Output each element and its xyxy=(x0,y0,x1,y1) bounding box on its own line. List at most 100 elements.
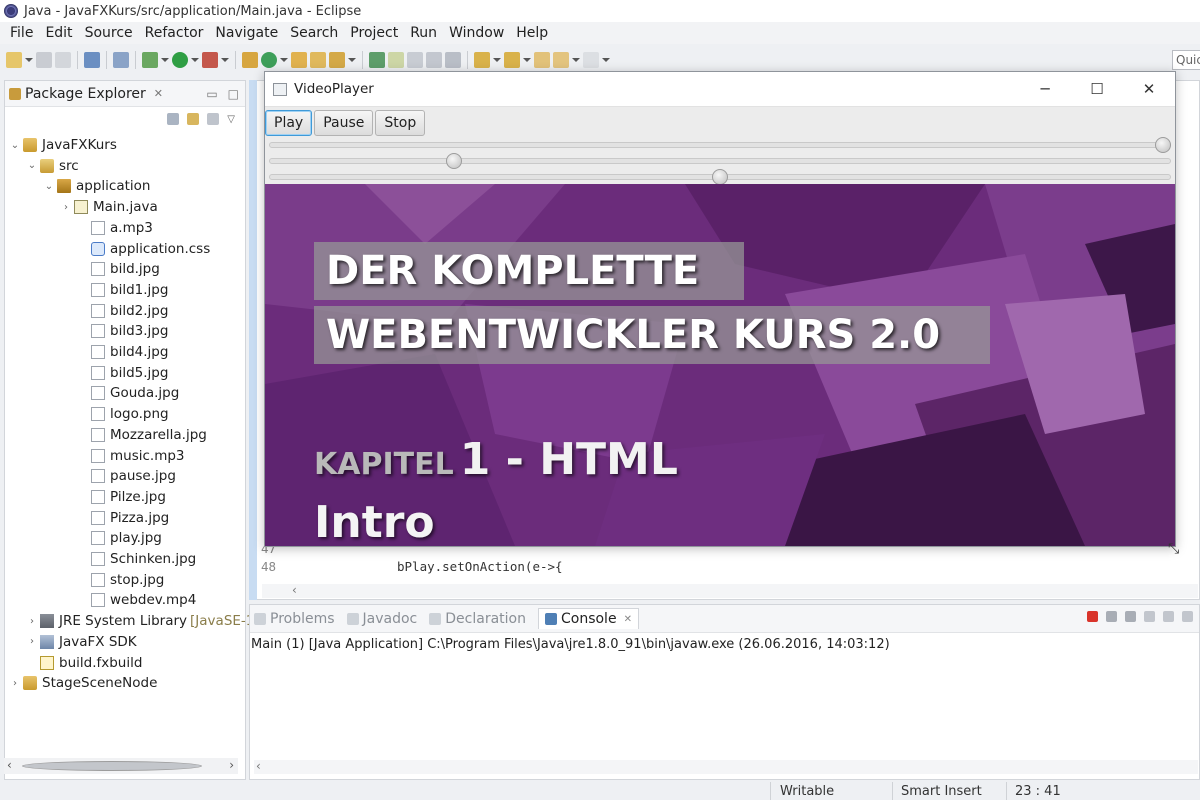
forward-dropdown-icon[interactable] xyxy=(602,52,610,68)
video-frame[interactable]: DER KOMPLETTE WEBENTWICKLER KURS 2.0 KAP… xyxy=(265,184,1175,546)
tree-item[interactable]: Schinken.jpg xyxy=(77,549,196,569)
chevron-down-icon[interactable]: ⌄ xyxy=(9,140,21,151)
open-resource-icon[interactable] xyxy=(310,52,326,68)
back-icon[interactable] xyxy=(553,52,569,68)
next-annotation-dropdown-icon[interactable] xyxy=(493,52,501,68)
block-selection-icon[interactable] xyxy=(407,52,423,68)
menu-help[interactable]: Help xyxy=(510,25,554,41)
menu-project[interactable]: Project xyxy=(344,25,404,41)
previous-annotation-icon[interactable] xyxy=(504,52,520,68)
volume-slider-thumb[interactable] xyxy=(446,153,463,169)
tree-item[interactable]: Pilze.jpg xyxy=(77,487,166,507)
new-dropdown-icon[interactable] xyxy=(25,52,33,68)
progress-slider-track[interactable] xyxy=(269,142,1171,148)
save-icon[interactable] xyxy=(36,52,52,68)
scroll-left-icon[interactable]: ‹ xyxy=(7,758,12,772)
tree-item[interactable]: bild1.jpg xyxy=(77,280,168,300)
tree-item[interactable]: stop.jpg xyxy=(77,570,164,590)
tree-item[interactable]: Mozzarella.jpg xyxy=(77,425,207,445)
scroll-lock-icon[interactable] xyxy=(1163,611,1174,622)
console-hscrollbar[interactable]: ‹ xyxy=(254,759,1198,774)
minimize-icon[interactable]: ▭ xyxy=(206,87,217,101)
scroll-right-icon[interactable]: › xyxy=(229,758,234,772)
search-icon[interactable] xyxy=(329,52,345,68)
tree-item[interactable]: Pizza.jpg xyxy=(77,508,169,528)
menu-navigate[interactable]: Navigate xyxy=(209,25,284,41)
tree-item[interactable]: application.css xyxy=(77,239,210,259)
tree-item[interactable]: › StageSceneNode xyxy=(9,673,157,693)
tab-console[interactable]: Console ✕ xyxy=(537,608,639,629)
terminal-icon[interactable] xyxy=(84,52,100,68)
link-with-editor-icon[interactable] xyxy=(187,113,200,125)
show-whitespace-icon[interactable] xyxy=(426,52,442,68)
menu-window[interactable]: Window xyxy=(443,25,510,41)
minimize-icon[interactable]: ─ xyxy=(1019,80,1071,98)
clear-console-icon[interactable] xyxy=(1144,611,1155,622)
tree-item[interactable]: ⌄ application xyxy=(43,176,151,196)
menu-search[interactable]: Search xyxy=(284,25,344,41)
menu-source[interactable]: Source xyxy=(79,25,139,41)
external-tools-icon[interactable] xyxy=(202,52,218,68)
scroll-thumb[interactable] xyxy=(22,761,202,771)
maximize-icon[interactable]: □ xyxy=(228,87,239,101)
menu-run[interactable]: Run xyxy=(404,25,443,41)
maximize-icon[interactable]: ☐ xyxy=(1071,80,1123,98)
terminate-icon[interactable] xyxy=(1087,611,1098,622)
resize-grip-icon[interactable]: ⤡ xyxy=(1168,541,1186,559)
menu-edit[interactable]: Edit xyxy=(39,25,78,41)
editor-hscrollbar[interactable]: ‹ xyxy=(262,583,1198,598)
run-icon[interactable] xyxy=(172,52,188,68)
tree-item[interactable]: Gouda.jpg xyxy=(77,383,179,403)
toggle-mark-occurrences-icon[interactable] xyxy=(369,52,385,68)
pause-button[interactable]: Pause xyxy=(314,109,374,136)
volume-slider-track[interactable] xyxy=(269,158,1171,164)
debug-icon[interactable] xyxy=(142,52,158,68)
tree-item[interactable]: › Main.java xyxy=(60,197,158,217)
paragraph-icon[interactable] xyxy=(445,52,461,68)
tree-item[interactable]: bild2.jpg xyxy=(77,301,168,321)
remove-launch-icon[interactable] xyxy=(1106,611,1117,622)
new-class-icon[interactable] xyxy=(261,52,277,68)
toggle-highlight-icon[interactable] xyxy=(388,52,404,68)
tab-javadoc[interactable]: Javadoc xyxy=(346,611,417,627)
close-icon[interactable]: ✕ xyxy=(624,614,632,625)
forward-icon[interactable] xyxy=(583,52,599,68)
skip-breakpoints-icon[interactable] xyxy=(113,52,129,68)
next-annotation-icon[interactable] xyxy=(474,52,490,68)
run-dropdown-icon[interactable] xyxy=(191,52,199,68)
tree-item[interactable]: ⌄ src xyxy=(26,156,79,176)
scroll-left-icon[interactable]: ‹ xyxy=(256,759,261,773)
tree-item[interactable]: bild5.jpg xyxy=(77,363,168,383)
tree-item[interactable]: › JRE System Library [JavaSE-1.8 xyxy=(26,611,267,631)
last-edit-icon[interactable] xyxy=(534,52,550,68)
close-icon[interactable]: ✕ xyxy=(1123,80,1175,98)
progress-slider-thumb[interactable] xyxy=(1155,137,1171,153)
new-icon[interactable] xyxy=(6,52,22,68)
pin-console-icon[interactable] xyxy=(1182,611,1193,622)
new-java-project-icon[interactable] xyxy=(242,52,258,68)
open-type-icon[interactable] xyxy=(291,52,307,68)
close-icon[interactable]: ✕ xyxy=(154,87,163,100)
code-line[interactable]: bPlay.setOnAction(e->{ xyxy=(397,559,563,574)
menu-refactor[interactable]: Refactor xyxy=(139,25,210,41)
tree-item[interactable]: build.fxbuild xyxy=(26,653,142,673)
tree-item[interactable]: pause.jpg xyxy=(77,466,176,486)
tab-problems[interactable]: Problems xyxy=(254,611,335,627)
focus-icon[interactable] xyxy=(207,113,220,125)
search-dropdown-icon[interactable] xyxy=(348,52,356,68)
remove-all-terminated-icon[interactable] xyxy=(1125,611,1136,622)
tree-item[interactable]: a.mp3 xyxy=(77,218,153,238)
scroll-left-icon[interactable]: ‹ xyxy=(292,583,297,597)
videoplayer-title-bar[interactable]: VideoPlayer ─ ☐ ✕ xyxy=(265,72,1175,106)
tree-item[interactable]: bild4.jpg xyxy=(77,342,168,362)
save-all-icon[interactable] xyxy=(55,52,71,68)
package-explorer-hscrollbar[interactable]: ‹ › xyxy=(4,758,238,774)
debug-dropdown-icon[interactable] xyxy=(161,52,169,68)
chevron-right-icon[interactable]: › xyxy=(60,202,72,213)
menu-file[interactable]: File xyxy=(4,25,39,41)
tree-item[interactable]: › JavaFX SDK xyxy=(26,632,137,652)
tree-item[interactable]: music.mp3 xyxy=(77,446,185,466)
chevron-right-icon[interactable]: › xyxy=(9,678,21,689)
tree-item[interactable]: ⌄ JavaFXKurs xyxy=(9,135,117,155)
tree-item[interactable]: webdev.mp4 xyxy=(77,590,196,610)
